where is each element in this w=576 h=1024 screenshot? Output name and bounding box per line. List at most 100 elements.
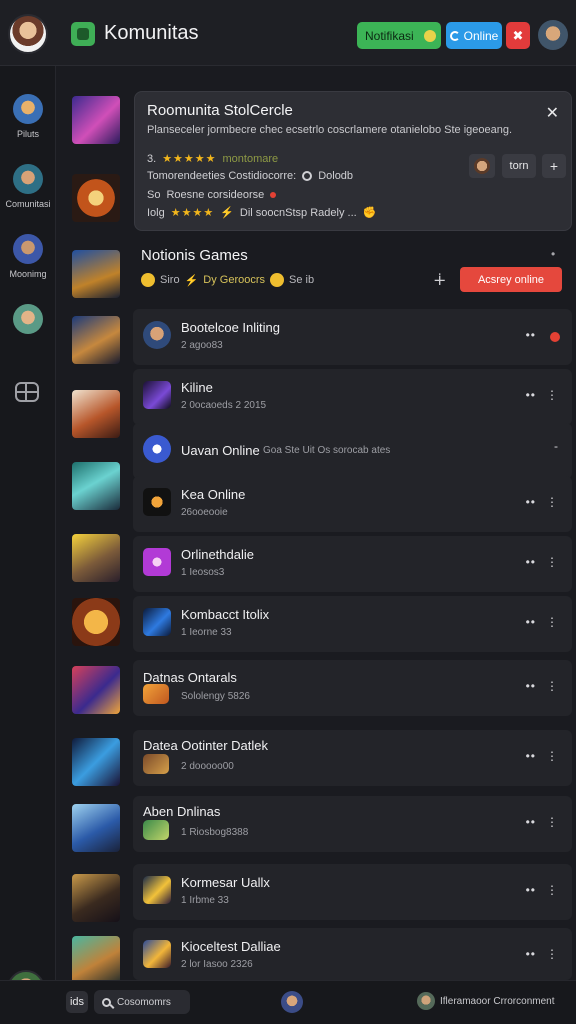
kebab-menu-icon[interactable]: ⋮ — [546, 749, 558, 763]
game-thumbnail[interactable] — [72, 936, 120, 984]
close-button[interactable]: ✖ — [506, 22, 530, 49]
more-icon[interactable]: •• — [526, 749, 536, 763]
game-icon — [143, 548, 171, 576]
member-avatar[interactable] — [469, 154, 495, 178]
game-thumbnail[interactable] — [72, 666, 120, 714]
list-item[interactable]: Aben Dnlinas 1 Riosbog8388 •• ⋮ — [133, 796, 572, 852]
more-icon[interactable]: •• — [526, 495, 536, 509]
community-info-panel: Roomunita StolCercle ✕ Planseceler jormb… — [134, 91, 572, 231]
more-icon[interactable]: •• — [526, 815, 536, 829]
game-thumbnail[interactable] — [72, 534, 120, 582]
kebab-menu-icon[interactable]: ⋮ — [546, 615, 558, 629]
app-root: Komunitas Notifikasi Online ✖ Piluts Com… — [0, 0, 576, 1024]
user-avatar[interactable] — [538, 20, 568, 50]
more-icon[interactable]: •• — [526, 328, 536, 342]
game-thumbnail[interactable] — [72, 462, 120, 510]
bell-icon — [424, 29, 436, 42]
sidebar-item-moonimg[interactable]: Moonimg — [0, 234, 56, 279]
list-item[interactable]: Bootelcoe Inliting 2 agoo83 •• — [133, 309, 572, 365]
list-item-subtitle: 1 Irbme 33 — [181, 895, 229, 906]
game-icon — [143, 876, 171, 904]
list-item-title: Kioceltest Dalliae — [181, 939, 281, 954]
list-item[interactable]: Kea Online 26ooeooie •• ⋮ — [133, 476, 572, 532]
list-item-title: Kormesar Uallx — [181, 875, 270, 890]
game-icon — [143, 754, 169, 774]
sidebar-item-label: Moonimg — [9, 269, 47, 279]
sidebar-avatar — [13, 164, 43, 194]
row-text: montomare — [222, 152, 279, 165]
list-item-title: Datnas Ontarals — [143, 670, 237, 685]
more-icon[interactable]: •• — [526, 883, 536, 897]
game-thumbnail[interactable] — [72, 316, 120, 364]
search-label: Cosomomrs — [117, 996, 171, 1008]
sidebar-item-piluts[interactable]: Piluts — [0, 94, 56, 139]
apps-button[interactable]: ids — [66, 991, 88, 1013]
kebab-menu-icon[interactable]: ⋮ — [546, 495, 558, 509]
sidebar-item-comunitasi[interactable]: Comunitasi — [0, 164, 56, 209]
kebab-menu-icon[interactable]: ⋮ — [546, 388, 558, 402]
list-item[interactable]: Datea Ootinter Datlek 2 dooooo00 •• ⋮ — [133, 730, 572, 786]
game-thumbnail[interactable] — [72, 804, 120, 852]
list-item[interactable]: Kormesar Uallx 1 Irbme 33 •• ⋮ — [133, 864, 572, 920]
more-icon[interactable]: •• — [526, 388, 536, 402]
game-thumbnail[interactable] — [72, 874, 120, 922]
list-item-title: Datea Ootinter Datlek — [143, 738, 269, 753]
panel-action-button[interactable]: torn — [502, 154, 536, 178]
panel-title: Roomunita StolCercle — [147, 102, 293, 119]
add-icon[interactable]: + — [542, 154, 566, 178]
sidebar-item-profile[interactable] — [0, 304, 56, 334]
search-icon — [102, 997, 111, 1007]
panel-description: Planseceler jormbecre chec ecsetrlo cosc… — [147, 124, 513, 136]
row-text: Tomorendeeties Costidiocorre: — [147, 170, 297, 182]
star-rating: ★★★★ — [170, 207, 215, 219]
more-icon[interactable]: - — [554, 439, 558, 453]
lightning-icon: ⚡ — [184, 274, 199, 287]
profile-avatar[interactable] — [8, 14, 48, 54]
filter-icon[interactable]: ∔ — [433, 270, 446, 290]
more-icon[interactable]: • — [551, 247, 555, 261]
game-thumbnail[interactable] — [72, 174, 120, 222]
list-item[interactable]: Uavan Online Goa Ste Uit Os sorocab ates… — [133, 423, 572, 479]
list-item[interactable]: Kiline 2 0ocaoeds 2 2015 •• ⋮ — [133, 369, 572, 425]
kebab-menu-icon[interactable]: ⋮ — [546, 883, 558, 897]
sidebar: Piluts Comunitasi Moonimg — [0, 66, 56, 1008]
game-thumbnail[interactable] — [72, 738, 120, 786]
row-text: Roesne corsideorse — [166, 189, 265, 201]
footer-avatar[interactable] — [417, 992, 435, 1010]
game-thumbnail[interactable] — [72, 96, 120, 144]
row-prefix: 3. — [147, 152, 157, 165]
game-thumbnail[interactable] — [72, 598, 120, 646]
sidebar-avatar — [13, 304, 43, 334]
list-item[interactable]: Kioceltest Dalliae 2 lor Iasoo 2326 •• ⋮ — [133, 928, 572, 980]
grid-icon[interactable] — [15, 382, 39, 402]
more-icon[interactable]: •• — [526, 679, 536, 693]
center-avatar[interactable] — [281, 991, 303, 1013]
more-icon[interactable]: •• — [526, 947, 536, 961]
kebab-menu-icon[interactable]: ⋮ — [546, 555, 558, 569]
game-icon — [143, 381, 171, 409]
list-item[interactable]: Orlinethdalie 1 Ieosos3 •• ⋮ — [133, 536, 572, 592]
notifications-button[interactable]: Notifikasi — [357, 22, 441, 49]
close-icon[interactable]: ✕ — [546, 103, 559, 123]
star-rating: ★★★★★ — [162, 153, 217, 165]
game-icon — [143, 684, 169, 704]
kebab-menu-icon[interactable]: ⋮ — [546, 679, 558, 693]
top-header: Komunitas Notifikasi Online ✖ — [0, 0, 576, 66]
list-item[interactable]: Datnas Ontarals Sololengy 5826 •• ⋮ — [133, 660, 572, 716]
sidebar-avatar — [13, 234, 43, 264]
sidebar-item-label: Comunitasi — [5, 199, 51, 209]
footer-text: Ifleramaoor Crrorconment — [440, 996, 555, 1007]
game-thumbnail[interactable] — [72, 390, 120, 438]
list-item-subtitle: Sololengy 5826 — [181, 691, 250, 702]
sidebar-item-label: Piluts — [16, 129, 39, 139]
search-input[interactable]: Cosomomrs — [94, 990, 190, 1014]
game-thumbnail[interactable] — [72, 250, 120, 298]
online-action-button[interactable]: Acsrey online — [460, 267, 562, 292]
list-item[interactable]: Kombacct Itolix 1 Ieorne 33 •• ⋮ — [133, 596, 572, 652]
kebab-menu-icon[interactable]: ⋮ — [546, 947, 558, 961]
kebab-menu-icon[interactable]: ⋮ — [546, 815, 558, 829]
online-button[interactable]: Online — [446, 22, 502, 49]
more-icon[interactable]: •• — [526, 555, 536, 569]
list-item-subtitle: 2 agoo83 — [181, 340, 223, 351]
more-icon[interactable]: •• — [526, 615, 536, 629]
